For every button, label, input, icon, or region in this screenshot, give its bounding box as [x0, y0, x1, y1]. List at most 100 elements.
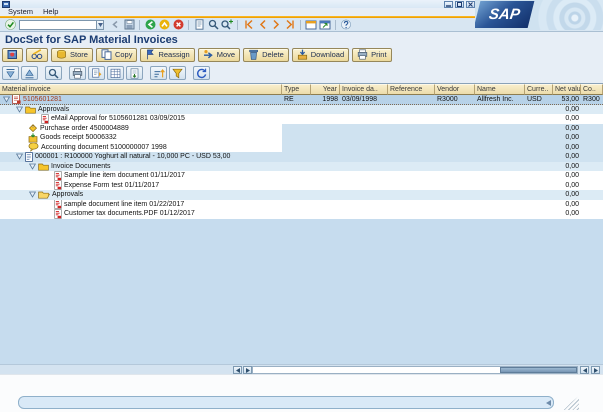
- tree-row[interactable]: Expense Form test 01/11/20170,00: [0, 181, 603, 191]
- tree-row[interactable]: 000001 : R100000 Yoghurt all natural - 1…: [0, 152, 603, 162]
- previous-page-button[interactable]: [255, 19, 269, 31]
- tree-row[interactable]: Customer tax documents.PDF 01/12/20170,0…: [0, 209, 603, 219]
- tree-scroll-left-icon[interactable]: [233, 366, 242, 374]
- print-button[interactable]: Print: [352, 48, 391, 62]
- help-button[interactable]: [339, 19, 353, 31]
- print-button[interactable]: [69, 66, 86, 80]
- download-button[interactable]: Download: [292, 48, 349, 62]
- collapse-all-button[interactable]: [21, 66, 38, 80]
- status-options-icon[interactable]: [544, 397, 553, 408]
- expander-icon[interactable]: [16, 106, 23, 113]
- tree-row[interactable]: Approvals0,00: [0, 190, 603, 200]
- tree-row[interactable]: Sample line item document 01/11/20170,00: [0, 171, 603, 181]
- find-button[interactable]: [206, 19, 220, 31]
- tree-item-label[interactable]: 000001 : R100000 Yoghurt all natural - 1…: [35, 153, 230, 160]
- cell-invoice_date: [340, 171, 388, 181]
- find-button[interactable]: [45, 66, 62, 80]
- cell-reference: [388, 190, 435, 200]
- column-header-reference[interactable]: Reference: [388, 84, 435, 95]
- column-header-name[interactable]: Name: [475, 84, 525, 95]
- cell-vendor: [435, 162, 475, 172]
- cancel-button[interactable]: [171, 19, 185, 31]
- cell-co: R300: [581, 95, 603, 104]
- back-button[interactable]: [143, 19, 157, 31]
- sort-ascending-button[interactable]: [150, 66, 167, 80]
- tree-item-label[interactable]: eMail Approval for 5105601281 03/09/2015: [51, 115, 185, 122]
- column-header-currency[interactable]: Curre..: [525, 84, 553, 95]
- tree-item-label[interactable]: Goods receipt 50006332: [40, 134, 117, 141]
- tree-item-label[interactable]: Sample line item document 01/11/2017: [64, 172, 185, 179]
- first-page-button[interactable]: [241, 19, 255, 31]
- expander-icon[interactable]: [29, 191, 36, 198]
- save-button[interactable]: [122, 19, 136, 31]
- tree-row[interactable]: 5105601281RE199803/09/1998R3000Allfresh …: [0, 95, 603, 105]
- tree-item-label[interactable]: Purchase order 4500004889: [40, 125, 129, 132]
- copy-button[interactable]: Copy: [96, 48, 138, 62]
- tree-item-label[interactable]: Approvals: [52, 191, 83, 198]
- tree-item-label[interactable]: Expense Form test 01/11/2017: [64, 182, 159, 189]
- tree-row[interactable]: Accounting document 5100000007 19980,00: [0, 143, 603, 153]
- tree-item-label[interactable]: 5105601281: [23, 96, 62, 103]
- column-header-invoice_date[interactable]: Invoice da..: [340, 84, 388, 95]
- column-header-label[interactable]: Material invoice: [0, 84, 282, 95]
- horizontal-scrollbar[interactable]: [0, 364, 603, 374]
- tree-item-label[interactable]: Invoice Documents: [51, 163, 111, 170]
- tree-row[interactable]: Invoice Documents0,00: [0, 162, 603, 172]
- export-button[interactable]: [107, 66, 124, 80]
- window-resize-grip[interactable]: [562, 396, 579, 410]
- column-header-type[interactable]: Type: [282, 84, 311, 95]
- new-session-button[interactable]: [304, 19, 318, 31]
- store-button[interactable]: Store: [51, 48, 93, 62]
- tree-row[interactable]: sample document line item 01/22/20170,00: [0, 200, 603, 210]
- command-dropdown-icon[interactable]: [97, 20, 104, 30]
- expander-icon[interactable]: [3, 96, 10, 103]
- copy-list-button[interactable]: [88, 66, 105, 80]
- tree-item-label[interactable]: Customer tax documents.PDF 01/12/2017: [64, 210, 195, 217]
- enter-button[interactable]: [3, 19, 17, 31]
- last-page-button[interactable]: [283, 19, 297, 31]
- expand-all-button[interactable]: [2, 66, 19, 80]
- prev-item-button[interactable]: [108, 19, 122, 31]
- object-services-button[interactable]: [2, 48, 23, 62]
- columns-scroll-right-icon[interactable]: [591, 366, 600, 374]
- menu-help[interactable]: Help: [43, 7, 58, 16]
- cell-currency: [525, 209, 553, 219]
- filter-button[interactable]: [169, 66, 186, 80]
- move-button[interactable]: Move: [198, 48, 240, 62]
- tree-item-label[interactable]: Accounting document 5100000007 1998: [41, 144, 167, 151]
- cell-invoice_date: [340, 133, 388, 143]
- tree-item-label[interactable]: Approvals: [38, 106, 69, 113]
- refresh-button[interactable]: [193, 66, 210, 80]
- local-file-button[interactable]: [126, 66, 143, 80]
- tree-cell: 5105601281: [0, 95, 282, 104]
- column-header-net_value[interactable]: Net value: [553, 84, 581, 95]
- column-header-vendor[interactable]: Vendor: [435, 84, 475, 95]
- command-input[interactable]: [19, 20, 97, 30]
- expander-icon[interactable]: [16, 153, 23, 160]
- scrollbar-track[interactable]: [252, 366, 578, 374]
- column-header-co[interactable]: Co..: [581, 84, 603, 95]
- tree-row[interactable]: Approvals0,00: [0, 105, 603, 115]
- delete-button[interactable]: Delete: [243, 48, 289, 62]
- create-shortcut-button[interactable]: [318, 19, 332, 31]
- tree-row[interactable]: Goods receipt 500063320,00: [0, 133, 603, 143]
- print-doc-button[interactable]: [192, 19, 206, 31]
- menu-system[interactable]: System: [8, 7, 33, 16]
- next-page-button[interactable]: [269, 19, 283, 31]
- display-change-button[interactable]: [26, 48, 48, 62]
- find-next-button[interactable]: [220, 19, 234, 31]
- status-message-field: [18, 396, 554, 409]
- tree-scroll-right-icon[interactable]: [243, 366, 252, 374]
- reassign-button[interactable]: Reassign: [140, 48, 194, 62]
- exit-button[interactable]: [157, 19, 171, 31]
- column-header-year[interactable]: Year: [311, 84, 340, 95]
- scrollbar-thumb[interactable]: [500, 367, 577, 373]
- button-label: Reassign: [158, 50, 189, 59]
- columns-scroll-left-icon[interactable]: [580, 366, 589, 374]
- expander-icon[interactable]: [29, 163, 36, 170]
- cell-vendor: [435, 143, 475, 153]
- tree-row[interactable]: Purchase order 45000048890,00: [0, 124, 603, 134]
- tree-row[interactable]: eMail Approval for 5105601281 03/09/2015…: [0, 114, 603, 124]
- cell-invoice_date: 03/09/1998: [340, 95, 388, 104]
- tree-item-label[interactable]: sample document line item 01/22/2017: [64, 201, 184, 208]
